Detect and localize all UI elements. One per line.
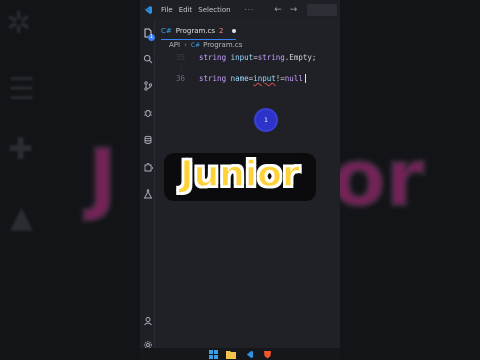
background-right-blur: or <box>340 0 480 360</box>
bug-icon: ✲ <box>6 6 32 41</box>
background-title-blur-right: or <box>340 134 426 224</box>
chevron-right-icon: › <box>184 41 187 49</box>
flask-icon: ▲ <box>10 200 34 235</box>
search-icon[interactable] <box>141 52 154 65</box>
taskbar <box>140 348 340 360</box>
line-number: 35 <box>175 53 185 62</box>
brave-browser-icon[interactable] <box>262 349 272 359</box>
member-token: .Empty; <box>284 53 317 62</box>
identifier-token-error: input <box>253 74 276 83</box>
identifier-token: name <box>230 74 249 83</box>
unsaved-dot-icon[interactable] <box>231 29 236 33</box>
forward-arrow-icon[interactable]: → <box>290 5 298 15</box>
active-tab-indicator <box>161 39 236 40</box>
explorer-badge: 1 <box>148 34 155 41</box>
csharp-file-icon: C# <box>190 41 201 49</box>
line-number-faded: ⋮ <box>177 63 186 72</box>
account-icon[interactable] <box>141 314 154 327</box>
title-bar: File Edit Selection ··· ← → <box>140 0 340 20</box>
tab-program-cs[interactable]: C# Program.cs 2 <box>161 23 236 39</box>
breadcrumb-folder[interactable]: API <box>169 41 180 49</box>
menu-selection[interactable]: Selection <box>198 6 230 14</box>
code-line-36[interactable]: 36 string name = input != null <box>155 73 306 84</box>
run-debug-icon[interactable] <box>141 106 154 119</box>
overlay-title-text: Junior <box>172 155 308 197</box>
keyword-token: string <box>199 53 227 62</box>
database-icon: ☰ <box>8 72 35 107</box>
background-left-blur: ✲ ☰ ✚ ▲ J <box>0 0 140 360</box>
identifier-token: input <box>230 53 254 62</box>
menu-edit[interactable]: Edit <box>179 6 193 14</box>
database-icon[interactable] <box>141 133 154 146</box>
code-fold-marker: ⋮ <box>155 62 199 73</box>
tab-problem-count: 2 <box>219 27 224 35</box>
type-token: string <box>257 53 285 62</box>
file-explorer-icon[interactable] <box>226 349 236 359</box>
background-title-blur: J <box>86 134 118 224</box>
overlay-title: Junior <box>140 153 340 201</box>
operator-token: != <box>275 74 285 83</box>
tab-label: Program.cs <box>175 27 216 35</box>
windows-start-icon[interactable] <box>208 349 218 359</box>
vscode-logo-icon <box>141 3 155 17</box>
command-center-search[interactable] <box>307 4 338 16</box>
source-control-icon[interactable] <box>141 79 154 92</box>
back-arrow-icon[interactable]: ← <box>274 5 282 15</box>
csharp-file-icon: C# <box>161 27 172 35</box>
null-keyword-token: null <box>284 74 303 83</box>
breadcrumb-file[interactable]: Program.cs <box>203 41 242 49</box>
text-cursor <box>304 74 306 83</box>
touch-indicator: 1 <box>256 110 276 130</box>
breadcrumb: API › C# Program.cs <box>169 41 242 49</box>
keyword-token: string <box>199 74 227 83</box>
menu-more-button[interactable]: ··· <box>245 6 255 14</box>
extensions-icon: ✚ <box>8 132 34 167</box>
menu-file[interactable]: File <box>161 6 173 14</box>
line-number: 36 <box>175 74 185 83</box>
vscode-taskbar-icon[interactable] <box>244 349 254 359</box>
